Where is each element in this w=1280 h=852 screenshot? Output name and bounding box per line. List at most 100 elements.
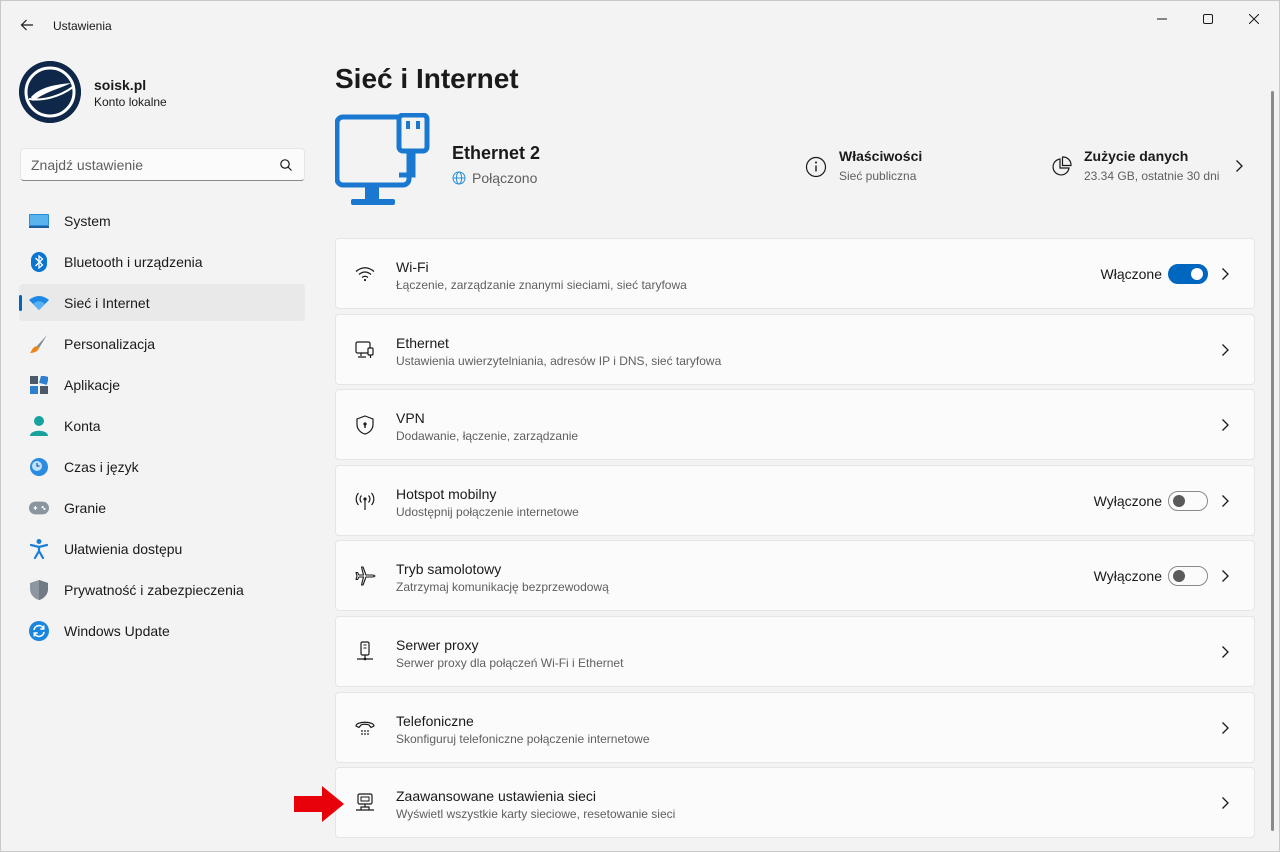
card-subtitle: Skonfiguruj telefoniczne połączenie inte… [396, 731, 650, 746]
card-title: Wi-Fi [396, 259, 429, 275]
card-airplane-mode[interactable]: Tryb samolotowy Zatrzymaj komunikację be… [335, 540, 1255, 612]
globe-icon [452, 171, 466, 185]
shield-icon [29, 580, 49, 600]
sidebar-item-label: Czas i język [64, 459, 139, 475]
properties-link[interactable]: Właściwości Sieć publiczna [805, 148, 955, 188]
settings-list: Wi-Fi Łączenie, zarządzanie znanymi siec… [335, 238, 1255, 843]
card-advanced-network-settings[interactable]: Zaawansowane ustawienia sieci Wyświetl w… [335, 767, 1255, 839]
hotspot-toggle[interactable] [1168, 490, 1208, 511]
sidebar-item-time-language[interactable]: Czas i język [19, 448, 305, 485]
card-title: Telefoniczne [396, 712, 474, 729]
airplane-icon [354, 565, 376, 587]
card-title: Hotspot mobilny [396, 485, 497, 502]
profile-account-type: Konto lokalne [94, 95, 167, 109]
chevron-right-icon [1222, 797, 1229, 810]
sidebar-item-label: Sieć i Internet [64, 295, 150, 311]
sidebar-item-windows-update[interactable]: Windows Update [19, 612, 305, 649]
chevron-right-icon [1222, 494, 1229, 507]
card-proxy[interactable]: Serwer proxy Serwer proxy dla połączeń W… [335, 615, 1255, 687]
sidebar-item-label: Aplikacje [64, 377, 121, 393]
toggle-knob [1173, 570, 1185, 583]
network-adapter-icon [354, 792, 376, 814]
gamepad-icon [29, 498, 49, 518]
sidebar-item-network[interactable]: Sieć i Internet [19, 284, 305, 321]
search-box [20, 148, 305, 181]
airplane-mode-toggle[interactable] [1168, 566, 1208, 587]
data-usage-link[interactable]: Zużycie danych 23.34 GB, ostatnie 30 dni [1050, 148, 1255, 188]
close-icon [1249, 14, 1259, 24]
clock-globe-icon [29, 457, 49, 477]
wifi-icon [29, 293, 49, 313]
wifi-toggle[interactable] [1168, 264, 1208, 284]
minimize-button[interactable] [1139, 5, 1185, 33]
user-profile[interactable]: soisk.pl Konto lokalne [19, 61, 309, 123]
chevron-right-icon [1222, 268, 1229, 280]
minimize-icon [1157, 18, 1167, 20]
avatar [19, 61, 81, 123]
scrollbar[interactable] [1271, 91, 1274, 831]
back-button[interactable] [13, 11, 41, 39]
brush-icon [29, 334, 49, 354]
pie-chart-icon [1052, 156, 1072, 176]
toggle-knob [1173, 494, 1185, 507]
search-icon[interactable] [278, 157, 294, 173]
card-ethernet[interactable]: Ethernet Ustawienia uwierzytelniania, ad… [335, 313, 1255, 385]
update-icon [29, 621, 49, 641]
chevron-right-icon [1222, 343, 1229, 356]
chevron-right-icon [1222, 570, 1229, 583]
person-icon [29, 416, 49, 436]
search-input[interactable] [31, 155, 271, 175]
proxy-icon [354, 641, 376, 663]
card-vpn[interactable]: VPN Dodawanie, łączenie, zarządzanie [335, 389, 1255, 461]
system-icon [29, 211, 49, 231]
info-icon [805, 156, 827, 178]
chevron-right-icon[interactable] [1232, 159, 1246, 173]
maximize-button[interactable] [1185, 5, 1231, 33]
sidebar-item-system[interactable]: System [19, 202, 305, 239]
card-subtitle: Ustawienia uwierzytelniania, adresów IP … [396, 353, 722, 368]
card-mobile-hotspot[interactable]: Hotspot mobilny Udostępnij połączenie in… [335, 464, 1255, 536]
card-title: VPN [396, 410, 425, 427]
sidebar-item-apps[interactable]: Aplikacje [19, 366, 305, 403]
card-dial-up[interactable]: Telefoniczne Skonfiguruj telefoniczne po… [335, 691, 1255, 763]
card-subtitle: Dodawanie, łączenie, zarządzanie [396, 429, 579, 444]
sidebar-item-accounts[interactable]: Konta [19, 407, 305, 444]
sidebar-item-privacy[interactable]: Prywatność i zabezpieczenia [19, 571, 305, 608]
card-subtitle: Udostępnij połączenie internetowe [396, 504, 579, 519]
connection-status-text: Połączono [472, 170, 538, 186]
dialup-icon [354, 717, 376, 739]
sidebar-item-label: Ułatwienia dostępu [64, 541, 183, 557]
sidebar-item-gaming[interactable]: Granie [19, 489, 305, 526]
chevron-right-icon [1222, 721, 1229, 734]
wifi-icon [354, 263, 376, 285]
sidebar-item-label: Personalizacja [64, 336, 156, 352]
card-title: Tryb samolotowy [396, 561, 502, 578]
toggle-knob [1191, 268, 1203, 280]
ethernet-icon [354, 339, 376, 361]
red-arrow-annotation-icon [294, 786, 344, 822]
sidebar-item-label: Windows Update [64, 623, 170, 639]
card-title: Ethernet [396, 334, 449, 351]
toggle-state-label: Wyłączone [1093, 492, 1162, 509]
card-title: Serwer proxy [396, 636, 479, 653]
card-wifi[interactable]: Wi-Fi Łączenie, zarządzanie znanymi siec… [335, 238, 1255, 309]
toggle-state-label: Wyłączone [1093, 568, 1162, 585]
connection-status: Połączono [452, 170, 537, 186]
sidebar-item-personalization[interactable]: Personalizacja [19, 325, 305, 362]
data-usage-title: Zużycie danych [1084, 148, 1189, 164]
properties-subtitle: Sieć publiczna [839, 169, 917, 183]
close-button[interactable] [1231, 5, 1277, 33]
sidebar-item-bluetooth[interactable]: Bluetooth i urządzenia [19, 243, 305, 280]
connection-hero: Ethernet 2 Połączono Właściwości Sieć pu… [335, 113, 1255, 213]
sidebar-item-accessibility[interactable]: Ułatwienia dostępu [19, 530, 305, 567]
sidebar-item-label: Bluetooth i urządzenia [64, 254, 203, 270]
sidebar-item-label: System [64, 213, 111, 229]
properties-title: Właściwości [839, 148, 923, 164]
sidebar-nav: System Bluetooth i urządzenia Sieć i Int… [19, 202, 305, 653]
card-subtitle: Łączenie, zarządzanie znanymi sieciami, … [396, 278, 687, 292]
chevron-right-icon [1222, 419, 1229, 432]
connection-name: Ethernet 2 [452, 143, 541, 163]
accessibility-icon [29, 539, 49, 559]
card-subtitle: Wyświetl wszystkie karty sieciowe, reset… [396, 807, 676, 822]
bluetooth-icon [29, 252, 49, 272]
